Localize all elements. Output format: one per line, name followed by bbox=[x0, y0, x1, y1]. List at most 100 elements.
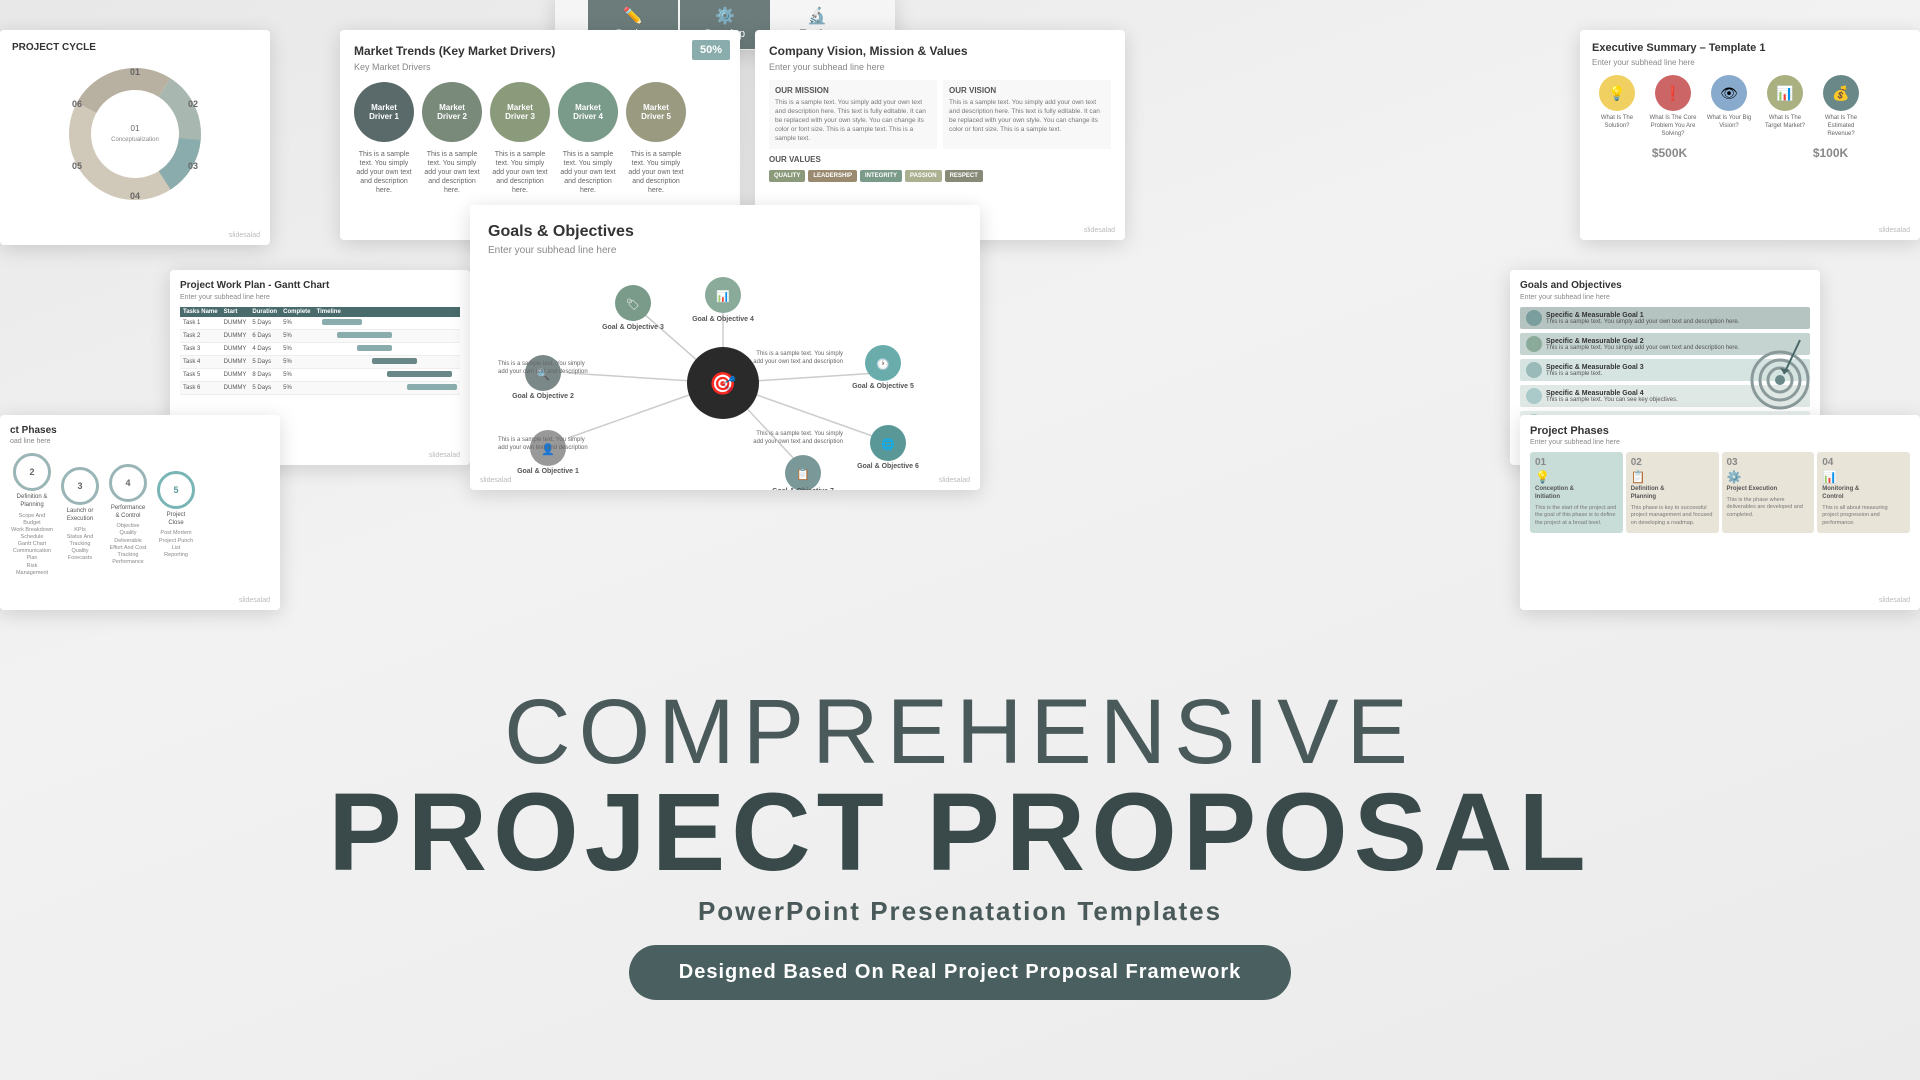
phase-timeline-label-4: Monitoring &Control bbox=[1822, 486, 1905, 502]
company-vision-title: Company Vision, Mission & Values bbox=[769, 44, 1111, 58]
phase-circle-5: 5 bbox=[157, 471, 195, 509]
exec-icon-circle-3: 👁 bbox=[1711, 75, 1747, 111]
phase-sublabel-3: KPIsStatus And TrackingQualityForecasts bbox=[58, 527, 102, 563]
exec-label-1: What Is The Solution? bbox=[1592, 115, 1642, 131]
goals-right-subtitle: Enter your subhead line here bbox=[1520, 294, 1810, 301]
testing-icon: 🔬 bbox=[807, 6, 827, 26]
gantt-bar-cell-1 bbox=[314, 317, 460, 330]
value-integrity: INTEGRITY bbox=[860, 170, 902, 182]
executive-subtitle: Enter your subhead line here bbox=[1592, 58, 1908, 67]
svg-text:📊: 📊 bbox=[716, 290, 730, 303]
goal-icon-4 bbox=[1526, 388, 1542, 404]
svg-text:This is a sample text. You sim: This is a sample text. You simply bbox=[756, 351, 843, 357]
svg-text:01: 01 bbox=[130, 67, 140, 77]
phase-item-5: 5 ProjectClose Post MortemProject Punch … bbox=[154, 471, 198, 559]
values-row: QUALITY LEADERSHIP INTEGRITY PASSION RES… bbox=[769, 170, 1111, 182]
goal-label-2: Specific & Measurable Goal 2 bbox=[1546, 338, 1739, 345]
gantt-row-1: Task 1 DUMMY 5 Days 5% bbox=[180, 317, 460, 330]
svg-text:This is a sample text. You sim: This is a sample text. You simply bbox=[498, 437, 585, 443]
gantt-bar-cell-2 bbox=[314, 330, 460, 343]
goal-icon-1 bbox=[1526, 310, 1542, 326]
phase-label-2: Definition &Planning bbox=[10, 494, 54, 510]
watermark-phases-left: slidesalad bbox=[239, 597, 270, 604]
gantt-duration-5: 8 Days bbox=[249, 369, 280, 382]
exec-icon-4: 📊 What Is The Target Market? bbox=[1760, 75, 1810, 138]
goals-title: Goals & Objectives bbox=[488, 223, 962, 241]
phases-left-subtitle: oad line here bbox=[10, 438, 270, 445]
exec-label-4: What Is The Target Market? bbox=[1760, 115, 1810, 131]
gantt-start-2: DUMMY bbox=[221, 330, 250, 343]
gantt-start-5: DUMMY bbox=[221, 369, 250, 382]
value-passion: PASSION bbox=[905, 170, 942, 182]
percentage-badge: 50% bbox=[692, 40, 730, 60]
gantt-row-6: Task 6 DUMMY 5 Days 5% bbox=[180, 382, 460, 395]
watermark-executive: slidesalad bbox=[1879, 227, 1910, 234]
phase-circle-3: 3 bbox=[61, 467, 99, 505]
phase-timeline-label-1: Conception &Initiation bbox=[1535, 486, 1618, 502]
svg-text:add your own text and descript: add your own text and description bbox=[753, 359, 843, 365]
gantt-bar-cell-5 bbox=[314, 369, 460, 382]
phase-item-3: 3 Launch orExecution KPIsStatus And Trac… bbox=[58, 467, 102, 562]
market-trends-subtitle: Key Market Drivers bbox=[354, 62, 726, 72]
phase-item-4: 4 Performance& Control ObjectiveQuality … bbox=[106, 464, 150, 566]
goal-text-2: This is a sample text. You simply add yo… bbox=[1546, 345, 1739, 351]
our-mission-title: OUR MISSION bbox=[775, 86, 931, 95]
market-text-2: This is a sample text. You simply add yo… bbox=[422, 150, 482, 195]
slide-phases-right: Project Phases Enter your subhead line h… bbox=[1520, 415, 1920, 610]
svg-text:🏷: 🏷 bbox=[626, 298, 640, 311]
exec-icon-1: 💡 What Is The Solution? bbox=[1592, 75, 1642, 138]
phase-num-3: 03 bbox=[1727, 457, 1810, 468]
phases-circles: 2 Definition &Planning Scope And BudgetW… bbox=[10, 453, 270, 577]
gantt-header-start: Start bbox=[221, 307, 250, 317]
company-vision-subtitle: Enter your subhead line here bbox=[769, 62, 1111, 72]
goal-label-1: Specific & Measurable Goal 1 bbox=[1546, 312, 1739, 319]
exec-number-2: $100K bbox=[1753, 146, 1908, 160]
phase-timeline-label-2: Definition &Planning bbox=[1631, 486, 1714, 502]
goal-text-4: This is a sample text. You can see key o… bbox=[1546, 397, 1678, 403]
gantt-complete-5: 5% bbox=[280, 369, 313, 382]
gantt-header-task: Tasks Name bbox=[180, 307, 221, 317]
phases-left-title: ct Phases bbox=[10, 425, 270, 436]
gantt-complete-3: 5% bbox=[280, 343, 313, 356]
exec-label-5: What Is The Estimated Revenue? bbox=[1816, 115, 1866, 138]
svg-text:add your own text and descript: add your own text and description bbox=[498, 369, 588, 375]
svg-text:03: 03 bbox=[188, 161, 198, 171]
value-leadership: LEADERSHIP bbox=[808, 170, 857, 182]
value-quality: QUALITY bbox=[769, 170, 805, 182]
watermark-work-plan: slidesalad bbox=[429, 452, 460, 459]
phase-circle-4: 4 bbox=[109, 464, 147, 502]
hero-banner[interactable]: Designed Based On Real Project Proposal … bbox=[629, 945, 1292, 1000]
gantt-complete-2: 5% bbox=[280, 330, 313, 343]
svg-text:Goal & Objective 3: Goal & Objective 3 bbox=[602, 324, 664, 331]
goal-text-3: This is a sample text. bbox=[1546, 371, 1644, 377]
gantt-task-2: Task 2 bbox=[180, 330, 221, 343]
slide-executive-summary: Executive Summary – Template 1 Enter you… bbox=[1580, 30, 1920, 240]
svg-text:add your own text and descript: add your own text and description bbox=[498, 445, 588, 451]
phase-circle-2: 2 bbox=[13, 453, 51, 491]
donut-container: 01 Conceptualization 01 02 03 04 05 06 bbox=[12, 59, 258, 209]
gantt-duration-3: 4 Days bbox=[249, 343, 280, 356]
phase-sublabel-5: Post MortemProject Punch ListReporting bbox=[154, 530, 198, 559]
phase-num-1: 01 bbox=[1535, 457, 1618, 468]
phase-timeline-text-2: This phase is key to successful project … bbox=[1631, 505, 1714, 528]
gantt-task-4: Task 4 bbox=[180, 356, 221, 369]
gantt-row-2: Task 2 DUMMY 6 Days 5% bbox=[180, 330, 460, 343]
svg-text:Goal & Objective 1: Goal & Objective 1 bbox=[517, 468, 579, 475]
svg-text:02: 02 bbox=[188, 99, 198, 109]
gantt-duration-2: 6 Days bbox=[249, 330, 280, 343]
svg-text:04: 04 bbox=[130, 191, 140, 201]
vision-grid: OUR MISSION This is a sample text. You s… bbox=[769, 80, 1111, 149]
exec-value-2: $100K bbox=[1753, 146, 1908, 160]
exec-icon-circle-2: ❗ bbox=[1655, 75, 1691, 111]
executive-title: Executive Summary – Template 1 bbox=[1592, 42, 1908, 54]
phase-timeline-4: 04 📊 Monitoring &Control This is all abo… bbox=[1817, 452, 1910, 533]
watermark-project-cycle: slidesalad bbox=[229, 232, 260, 239]
our-values-label: OUR VALUES bbox=[769, 155, 1111, 164]
phase-icon-1: 💡 bbox=[1535, 470, 1618, 484]
phase-sublabel-4: ObjectiveQuality DeliverableEffort And C… bbox=[106, 523, 150, 566]
watermark-vision: slidesalad bbox=[1084, 227, 1115, 234]
slide-phases-left: ct Phases oad line here 2 Definition &Pl… bbox=[0, 415, 280, 610]
phase-label-3: Launch orExecution bbox=[58, 508, 102, 524]
gantt-header-duration: Duration bbox=[249, 307, 280, 317]
svg-text:📋: 📋 bbox=[796, 468, 810, 481]
